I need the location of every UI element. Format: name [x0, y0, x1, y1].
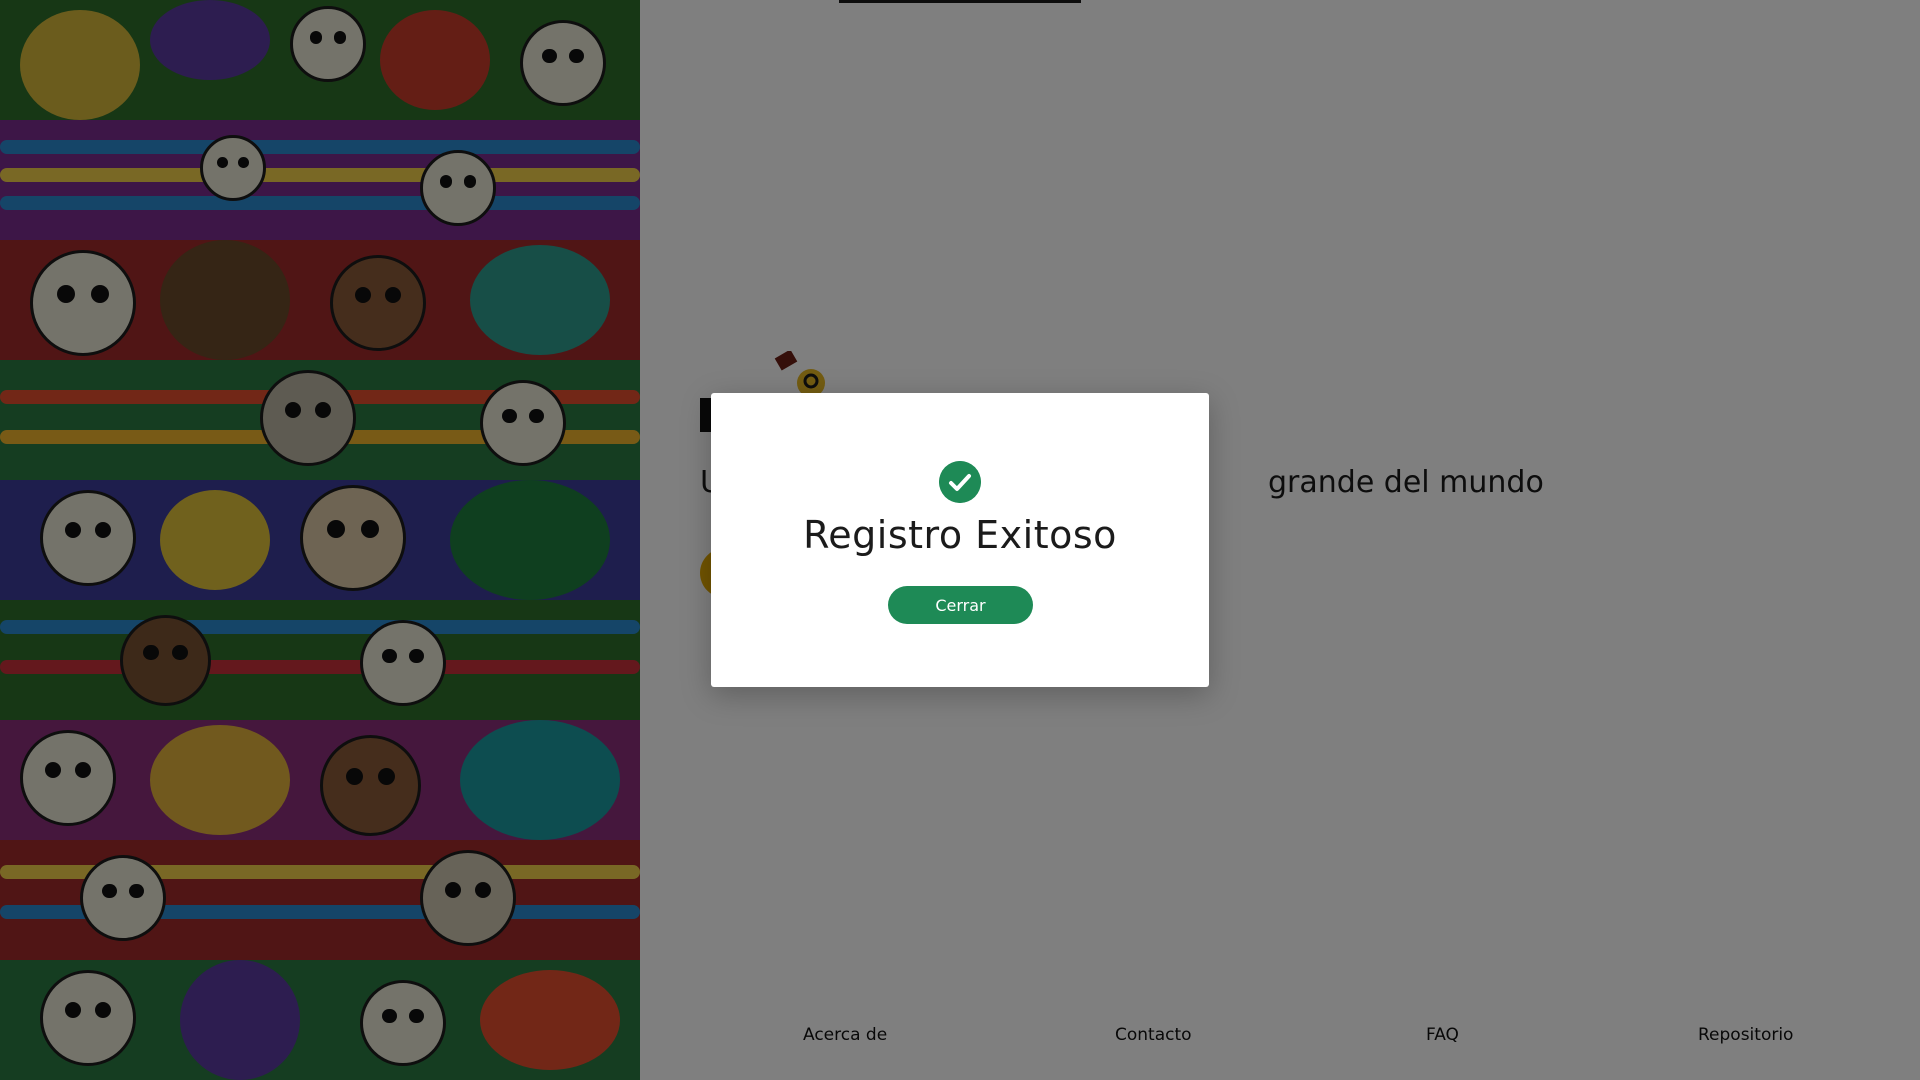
check-circle-icon [939, 461, 981, 503]
modal-title: Registro Exitoso [803, 513, 1117, 557]
success-modal: Registro Exitoso Cerrar [711, 393, 1209, 687]
close-button[interactable]: Cerrar [888, 586, 1033, 624]
